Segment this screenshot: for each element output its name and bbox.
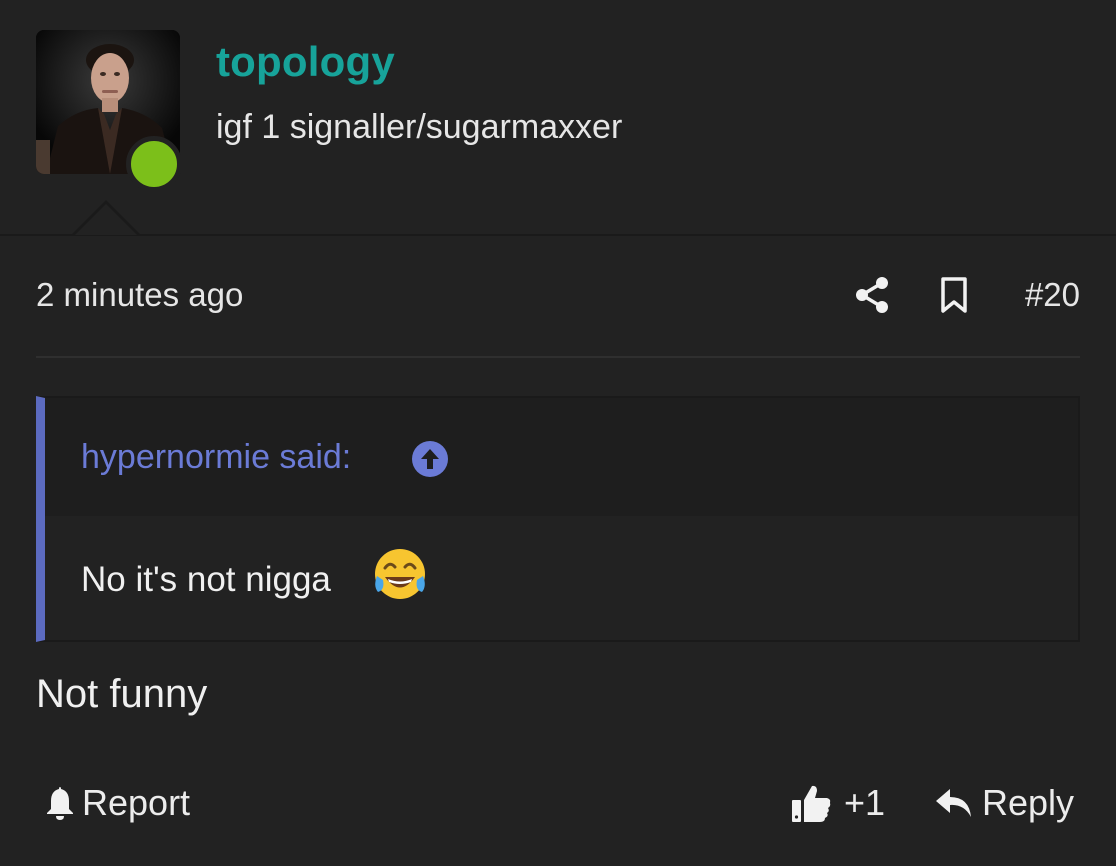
quote-header: hypernormie said: bbox=[45, 398, 1078, 516]
quote-block: hypernormie said: No it's not nigga bbox=[36, 396, 1080, 642]
thumbs-up-icon bbox=[792, 785, 831, 822]
report-button[interactable]: Report bbox=[44, 780, 190, 826]
forum-post: topology igf 1 signaller/sugarmaxxer 2 m… bbox=[0, 0, 1116, 866]
bell-icon bbox=[47, 787, 73, 820]
post-user-block: topology igf 1 signaller/sugarmaxxer bbox=[0, 0, 1116, 236]
username[interactable]: topology bbox=[216, 38, 395, 86]
reply-button[interactable]: Reply bbox=[934, 780, 1074, 826]
bookmark-icon[interactable] bbox=[938, 276, 970, 314]
reply-arrow-icon bbox=[936, 789, 971, 817]
quote-body: No it's not nigga bbox=[45, 516, 1078, 640]
like-count: +1 bbox=[844, 782, 886, 823]
report-label: Report bbox=[82, 782, 191, 823]
post-message: Not funny bbox=[36, 672, 208, 716]
share-icon[interactable] bbox=[854, 276, 890, 314]
online-status-indicator bbox=[126, 136, 182, 192]
tears-of-joy-emoji-icon bbox=[375, 549, 425, 599]
post-timestamp[interactable]: 2 minutes ago bbox=[36, 276, 243, 314]
divider bbox=[36, 356, 1080, 358]
quote-text: No it's not nigga bbox=[81, 560, 331, 599]
reply-label: Reply bbox=[982, 782, 1075, 823]
quote-author-link[interactable]: hypernormie said: bbox=[81, 438, 351, 477]
post-meta: 2 minutes ago #20 bbox=[36, 262, 1080, 332]
arrow-up-circle-icon[interactable] bbox=[411, 440, 449, 478]
user-title: igf 1 signaller/sugarmaxxer bbox=[216, 108, 623, 146]
post-number-link[interactable]: #20 bbox=[1025, 276, 1080, 314]
like-button[interactable]: +1 bbox=[790, 780, 885, 826]
